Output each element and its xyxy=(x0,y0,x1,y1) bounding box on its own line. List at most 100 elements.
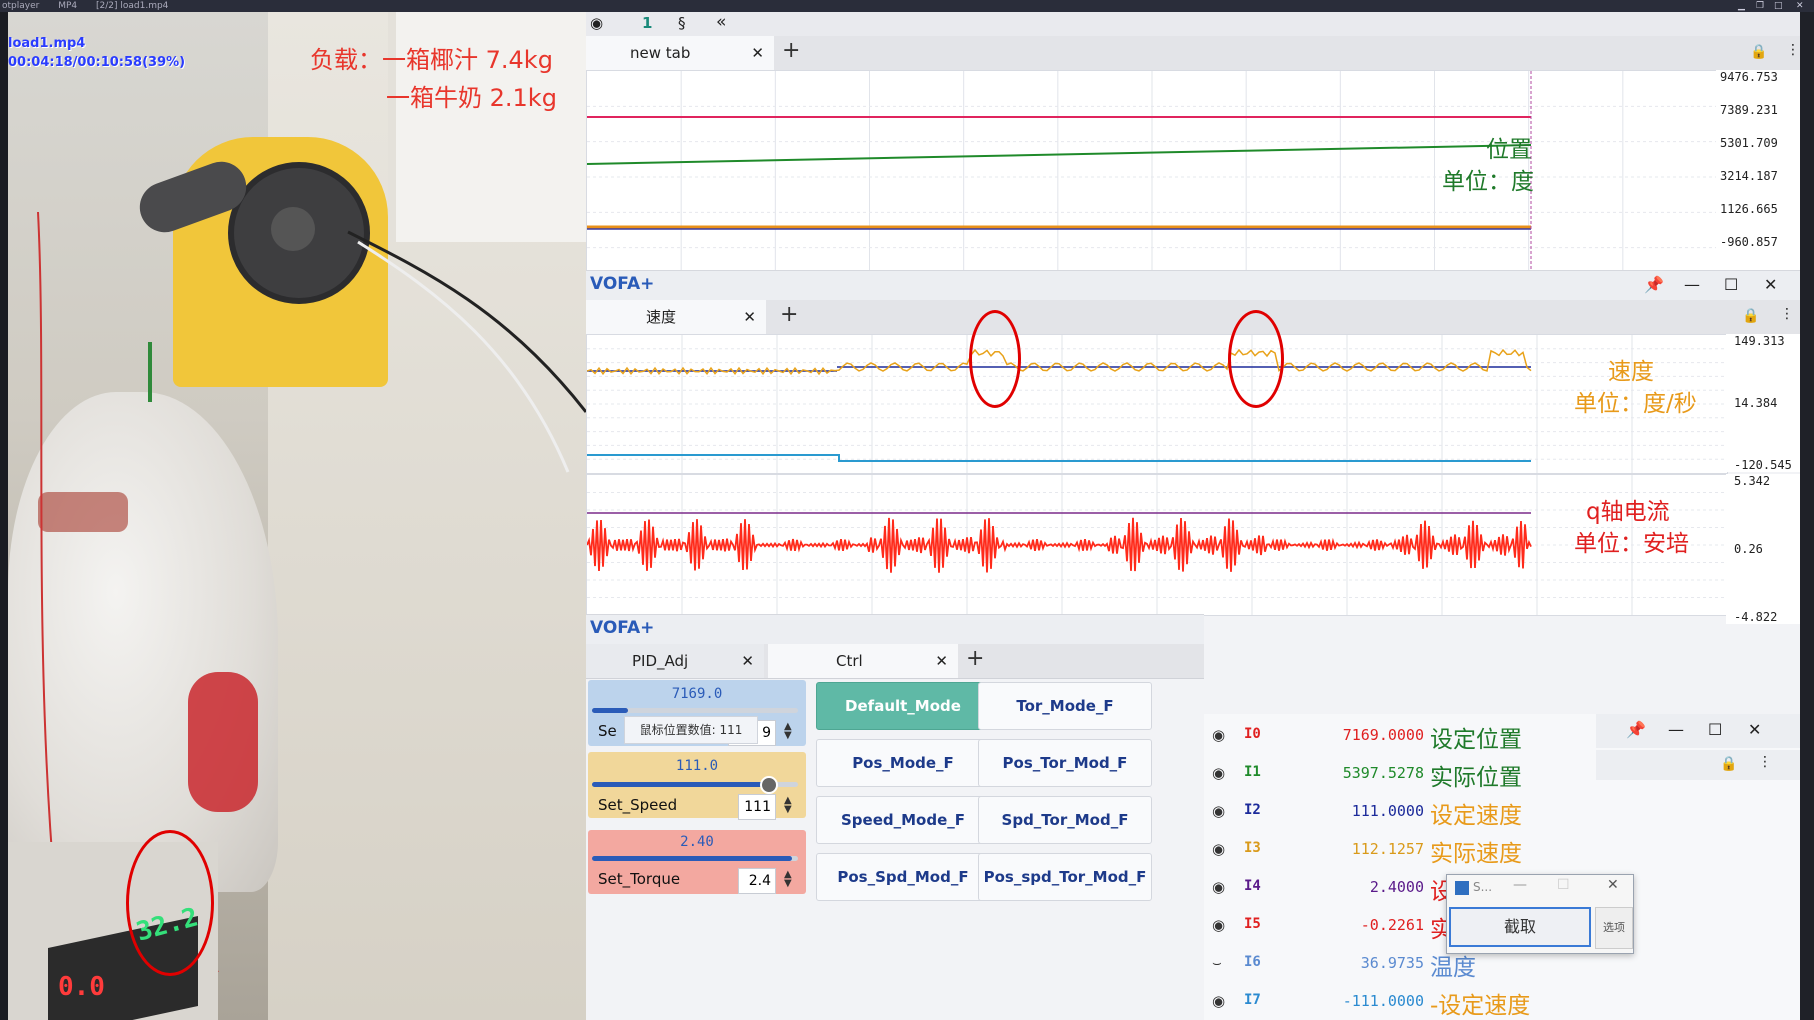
vofa-window: ◉ 1 § « new tab ✕ + 🔒 ⋮ 9476.753 7389.231… xyxy=(586,12,1800,1020)
collapse-icon[interactable]: « xyxy=(716,12,726,32)
close-icon[interactable]: ✕ xyxy=(1796,0,1804,12)
eye-icon[interactable]: ◉ xyxy=(1212,726,1225,744)
pin-icon[interactable]: 📌 xyxy=(1644,275,1664,294)
tab-pid-adj[interactable]: PID_Adj ✕ xyxy=(586,644,764,678)
pos-spd-tor-mode-button[interactable]: Pos_spd_Tor_Mod_F xyxy=(978,853,1152,901)
tab-label: 速度 xyxy=(646,308,677,326)
more-icon[interactable]: ⋮ xyxy=(1780,306,1794,322)
eye-icon[interactable]: ⌣ xyxy=(1212,954,1222,972)
lock-icon[interactable]: 🔒 xyxy=(1742,308,1759,324)
position-slider-track[interactable] xyxy=(592,708,798,713)
capture-button[interactable]: 截取 xyxy=(1449,907,1591,947)
close-icon[interactable]: ✕ xyxy=(1764,275,1777,294)
video-filename: load1.mp4 xyxy=(8,36,86,51)
fingerprint-icon[interactable]: § xyxy=(678,14,686,32)
tor-mode-button[interactable]: Tor_Mode_F xyxy=(978,682,1152,730)
maximize-icon[interactable]: ☐ xyxy=(1708,720,1722,739)
close-icon[interactable]: ✕ xyxy=(1748,720,1761,739)
minimize-icon[interactable]: — xyxy=(1684,275,1700,294)
pos-tor-mode-button[interactable]: Pos_Tor_Mod_F xyxy=(978,739,1152,787)
close-icon[interactable]: ✕ xyxy=(1607,877,1619,893)
camera-icon[interactable]: ◉ xyxy=(590,14,603,32)
position-plot[interactable] xyxy=(586,70,1718,284)
speed-window-header: VOFA+ 📌 — ☐ ✕ xyxy=(586,270,1800,301)
player-title-bar: otplayer MP4 [2/2] load1.mp4 ▁ ❐ □ ✕ xyxy=(0,0,1814,12)
close-icon[interactable]: ✕ xyxy=(935,644,948,678)
speed-spinbox[interactable]: 111 xyxy=(738,794,776,820)
maximize-icon[interactable]: □ xyxy=(1774,0,1783,12)
add-tab-icon[interactable]: + xyxy=(966,646,984,671)
minimize-icon[interactable]: — xyxy=(1513,877,1527,893)
add-tab-icon[interactable]: + xyxy=(782,38,800,63)
torque-spinbox[interactable]: 2.4 xyxy=(738,868,776,894)
close-icon[interactable]: ✕ xyxy=(741,644,754,678)
channel-name: I4 xyxy=(1244,878,1261,894)
channel-row[interactable]: ◉ I7 -111.0000 -设定速度 xyxy=(1204,984,1624,1020)
pos-spd-mode-button[interactable]: Pos_Spd_Mod_F xyxy=(816,853,990,901)
current-plot-canvas xyxy=(586,475,1727,615)
options-button[interactable]: 选项 xyxy=(1595,907,1633,949)
torque-slider-fill xyxy=(592,856,792,861)
player-file: [2/2] load1.mp4 xyxy=(96,1,169,11)
close-icon[interactable]: ✕ xyxy=(751,36,764,70)
vofa-logo: VOFA+ xyxy=(590,274,655,294)
channel-panel-header: 📌 — ☐ ✕ xyxy=(1596,714,1800,748)
channel-row[interactable]: ◉ I0 7169.0000 设定位置 xyxy=(1204,718,1624,754)
maximize-icon[interactable]: ☐ xyxy=(1557,877,1570,893)
tab-new-tab[interactable]: new tab ✕ xyxy=(586,36,774,70)
channel-count-icon[interactable]: 1 xyxy=(642,14,652,32)
channel-row[interactable]: ◉ I2 111.0000 设定速度 xyxy=(1204,794,1624,830)
eye-icon[interactable]: ◉ xyxy=(1212,916,1225,934)
maximize-icon[interactable]: ☐ xyxy=(1724,275,1738,294)
channel-row[interactable]: ◉ I3 112.1257 实际速度 xyxy=(1204,832,1624,868)
channel-value: 112.1257 xyxy=(1351,840,1424,858)
neg-speed-setpoint-line xyxy=(587,454,1531,462)
eye-icon[interactable]: ◉ xyxy=(1212,802,1225,820)
channel-name: I3 xyxy=(1244,840,1261,856)
eye-icon[interactable]: ◉ xyxy=(1212,992,1225,1010)
y-tick-label: 9476.753 xyxy=(1720,70,1778,84)
spin-arrows-icon[interactable]: ▲ ▼ xyxy=(784,796,792,815)
minimize-icon[interactable]: ▁ xyxy=(1738,0,1745,12)
right-scrollbar[interactable] xyxy=(1800,12,1814,1020)
position-slider-value: 7169.0 xyxy=(671,686,723,702)
tab-ctrl[interactable]: Ctrl ✕ xyxy=(768,644,958,678)
more-icon[interactable]: ⋮ xyxy=(1758,754,1772,770)
torque-slider-name: Set_Torque xyxy=(598,870,681,888)
current-annotation-unit: 单位：安培 xyxy=(1574,531,1689,557)
speed-mode-button[interactable]: Speed_Mode_F xyxy=(816,796,990,844)
snip-app-icon xyxy=(1455,881,1469,895)
eye-icon[interactable]: ◉ xyxy=(1212,840,1225,858)
lock-icon[interactable]: 🔒 xyxy=(1720,756,1737,772)
torque-slider-track[interactable] xyxy=(592,856,798,861)
load-note-line1: 负载：一箱椰汁 7.4kg xyxy=(310,46,553,74)
speed-slider-fill xyxy=(592,782,766,787)
speed-actual-line xyxy=(586,348,1532,376)
more-icon[interactable]: ⋮ xyxy=(1786,42,1800,58)
current-plot[interactable] xyxy=(586,474,1728,616)
lock-icon[interactable]: 🔒 xyxy=(1750,44,1767,60)
pos-mode-button[interactable]: Pos_Mode_F xyxy=(816,739,990,787)
speed-slider-handle[interactable] xyxy=(760,776,778,794)
close-icon[interactable]: ✕ xyxy=(743,300,756,334)
eye-icon[interactable]: ◉ xyxy=(1212,764,1225,782)
spd-tor-mode-button[interactable]: Spd_Tor_Mod_F xyxy=(978,796,1152,844)
add-tab-icon[interactable]: + xyxy=(780,302,798,327)
speed-plot[interactable] xyxy=(586,334,1728,474)
spin-arrows-icon[interactable]: ▲ ▼ xyxy=(784,870,792,889)
channel-value: -111.0000 xyxy=(1342,992,1424,1010)
spin-arrows-icon[interactable]: ▲ ▼ xyxy=(784,722,792,741)
capture-dialog-title: S... xyxy=(1473,880,1493,894)
eye-icon[interactable]: ◉ xyxy=(1212,878,1225,896)
restore-icon[interactable]: ❐ xyxy=(1756,0,1764,12)
channel-row[interactable]: ◉ I1 5397.5278 实际位置 xyxy=(1204,756,1624,792)
default-mode-button[interactable]: Default_Mode xyxy=(816,682,990,730)
minimize-icon[interactable]: — xyxy=(1668,720,1684,739)
slider-tooltip: 鼠标位置数值: 111 xyxy=(624,716,758,744)
pin-icon[interactable]: 📌 xyxy=(1626,720,1646,739)
tab-speed[interactable]: 速度 ✕ xyxy=(586,300,766,334)
vofa-logo: VOFA+ xyxy=(590,618,655,638)
player-app-name[interactable]: otplayer xyxy=(2,1,39,11)
video-frame[interactable]: 0.0 32.2 load1.mp4 00:04:18/00:10:58(39%… xyxy=(8,12,586,1020)
position-slider-card: 7169.0 Se 9 ▲ ▼ 鼠标位置数值: 111 xyxy=(588,680,806,746)
